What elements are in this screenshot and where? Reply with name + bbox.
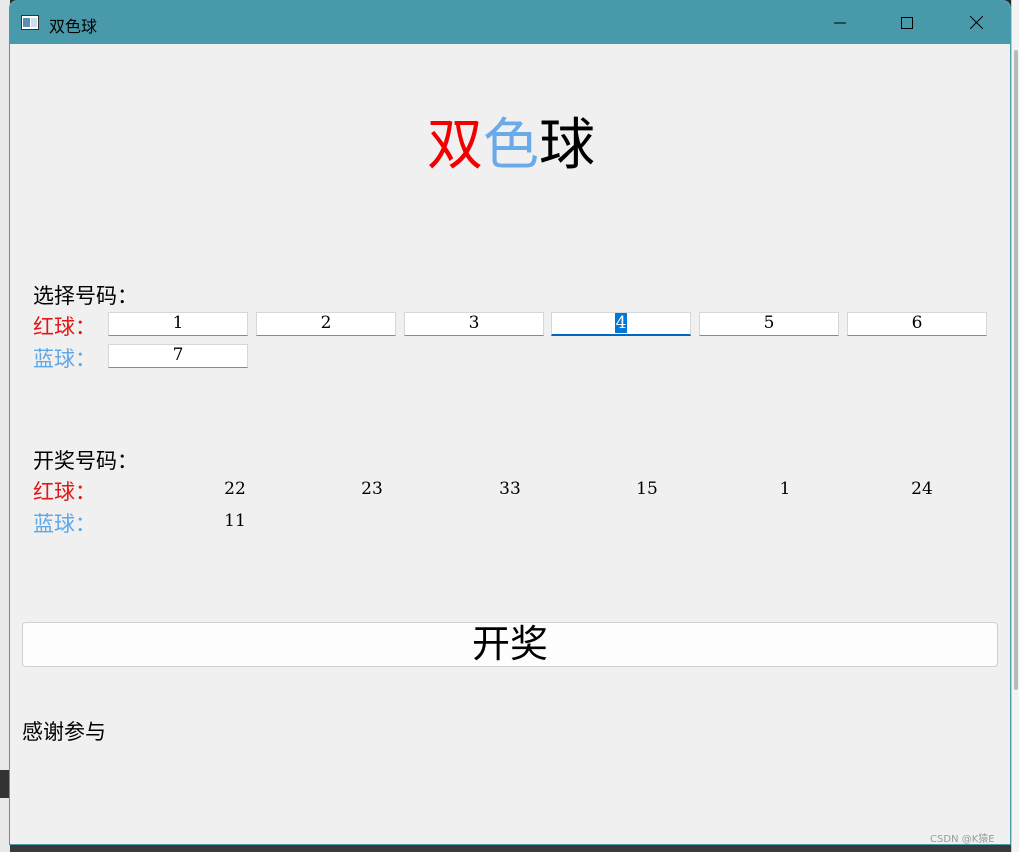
- desktop-tick: [0, 770, 9, 798]
- page-title: 双色球: [10, 112, 1010, 180]
- red-ball-input-5[interactable]: 5: [699, 312, 839, 336]
- red-ball-input-2[interactable]: 2: [256, 312, 396, 336]
- title-part-2: 色: [483, 113, 539, 178]
- red-ball-input-6[interactable]: 6: [847, 312, 987, 336]
- draw-red-label: 红球：: [33, 480, 96, 504]
- draw-red-ball-5: 1: [779, 479, 791, 499]
- red-ball-value: 1: [172, 313, 184, 333]
- background-scrollbar: [1011, 0, 1019, 852]
- draw-red-ball-4: 15: [636, 479, 658, 499]
- background-scroll-thumb: [1014, 50, 1018, 690]
- blue-ball-value: 7: [172, 345, 184, 365]
- title-bar[interactable]: 双色球: [10, 1, 1010, 44]
- draw-blue-ball-1: 11: [224, 511, 246, 531]
- red-ball-value: 5: [763, 313, 775, 333]
- draw-blue-label: 蓝球：: [33, 512, 96, 536]
- draw-red-ball-3: 33: [499, 479, 521, 499]
- draw-button[interactable]: 开奖: [22, 622, 998, 667]
- red-ball-value: 6: [911, 313, 923, 333]
- maximize-icon[interactable]: [877, 1, 937, 44]
- draw-red-ball-6: 24: [911, 479, 933, 499]
- red-ball-value: 2: [320, 313, 332, 333]
- draw-heading: 开奖号码：: [33, 449, 138, 473]
- close-icon[interactable]: [946, 1, 1006, 44]
- title-part-1: 双: [427, 113, 483, 178]
- red-ball-input-1[interactable]: 1: [108, 312, 248, 336]
- select-heading: 选择号码：: [33, 284, 138, 308]
- app-icon: [21, 15, 39, 30]
- select-red-label: 红球：: [33, 315, 96, 339]
- draw-red-ball-1: 22: [224, 479, 246, 499]
- red-ball-input-3[interactable]: 3: [404, 312, 544, 336]
- window-title: 双色球: [49, 17, 98, 36]
- red-ball-value: 4: [614, 313, 628, 333]
- red-ball-value: 3: [468, 313, 480, 333]
- blue-ball-input-1[interactable]: 7: [108, 344, 248, 368]
- app-window: 双色球 双色球 选择号码： 红球： 蓝球： 1 2 3 4 5 6 7 开奖号码…: [9, 0, 1011, 845]
- draw-red-ball-2: 23: [361, 479, 383, 499]
- select-blue-label: 蓝球：: [33, 347, 96, 371]
- result-text: 感谢参与: [22, 720, 106, 744]
- watermark: CSDN @K猿E: [930, 834, 995, 845]
- red-ball-input-4[interactable]: 4: [551, 312, 691, 336]
- minimize-icon[interactable]: [810, 1, 870, 44]
- main-content: 双色球 选择号码： 红球： 蓝球： 1 2 3 4 5 6 7 开奖号码： 红球…: [10, 44, 1010, 844]
- title-part-3: 球: [539, 113, 595, 178]
